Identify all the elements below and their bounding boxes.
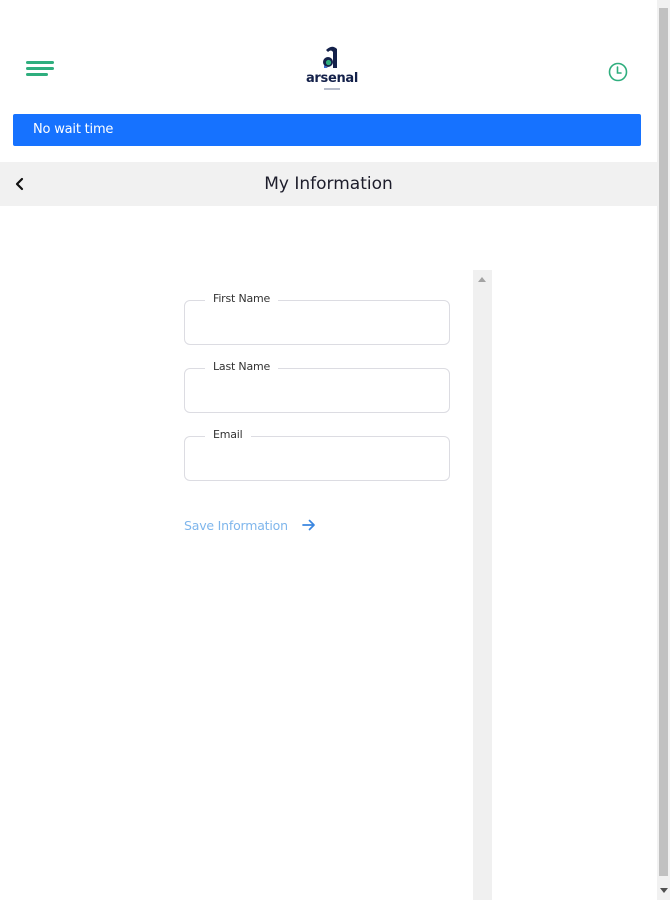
page-title: My Information: [264, 174, 393, 194]
wait-time-banner: No wait time: [13, 114, 641, 146]
banner-text: No wait time: [33, 122, 114, 137]
last-name-label: Last Name: [205, 360, 279, 373]
clock-icon[interactable]: [607, 61, 629, 83]
form-scrollbar[interactable]: [473, 270, 492, 900]
email-field: Email: [184, 428, 450, 481]
logo-text: arsenal: [305, 71, 359, 86]
email-input[interactable]: [199, 449, 435, 469]
email-label: Email: [205, 428, 251, 441]
save-information-label: Save Information: [184, 517, 288, 533]
arsenal-logo[interactable]: arsenal: [300, 44, 364, 94]
logo-subline: [300, 88, 364, 90]
save-information-button[interactable]: Save Information: [184, 516, 316, 534]
app-header: arsenal: [0, 0, 657, 110]
page: arsenal No wait time My Information Firs…: [0, 0, 657, 900]
first-name-input[interactable]: [199, 313, 435, 333]
hamburger-menu-icon[interactable]: [26, 60, 56, 78]
arrow-right-icon: [301, 519, 315, 531]
last-name-input[interactable]: [199, 381, 435, 401]
page-scrollbar-thumb[interactable]: [659, 8, 668, 876]
scroll-up-arrow-icon[interactable]: [478, 277, 486, 282]
scroll-down-arrow-icon[interactable]: [660, 888, 668, 893]
last-name-field: Last Name: [184, 360, 450, 413]
title-bar: My Information: [0, 162, 657, 206]
logo-mark-icon: [323, 46, 337, 68]
first-name-field: First Name: [184, 292, 450, 345]
page-scrollbar[interactable]: [657, 0, 670, 900]
first-name-label: First Name: [205, 292, 279, 305]
